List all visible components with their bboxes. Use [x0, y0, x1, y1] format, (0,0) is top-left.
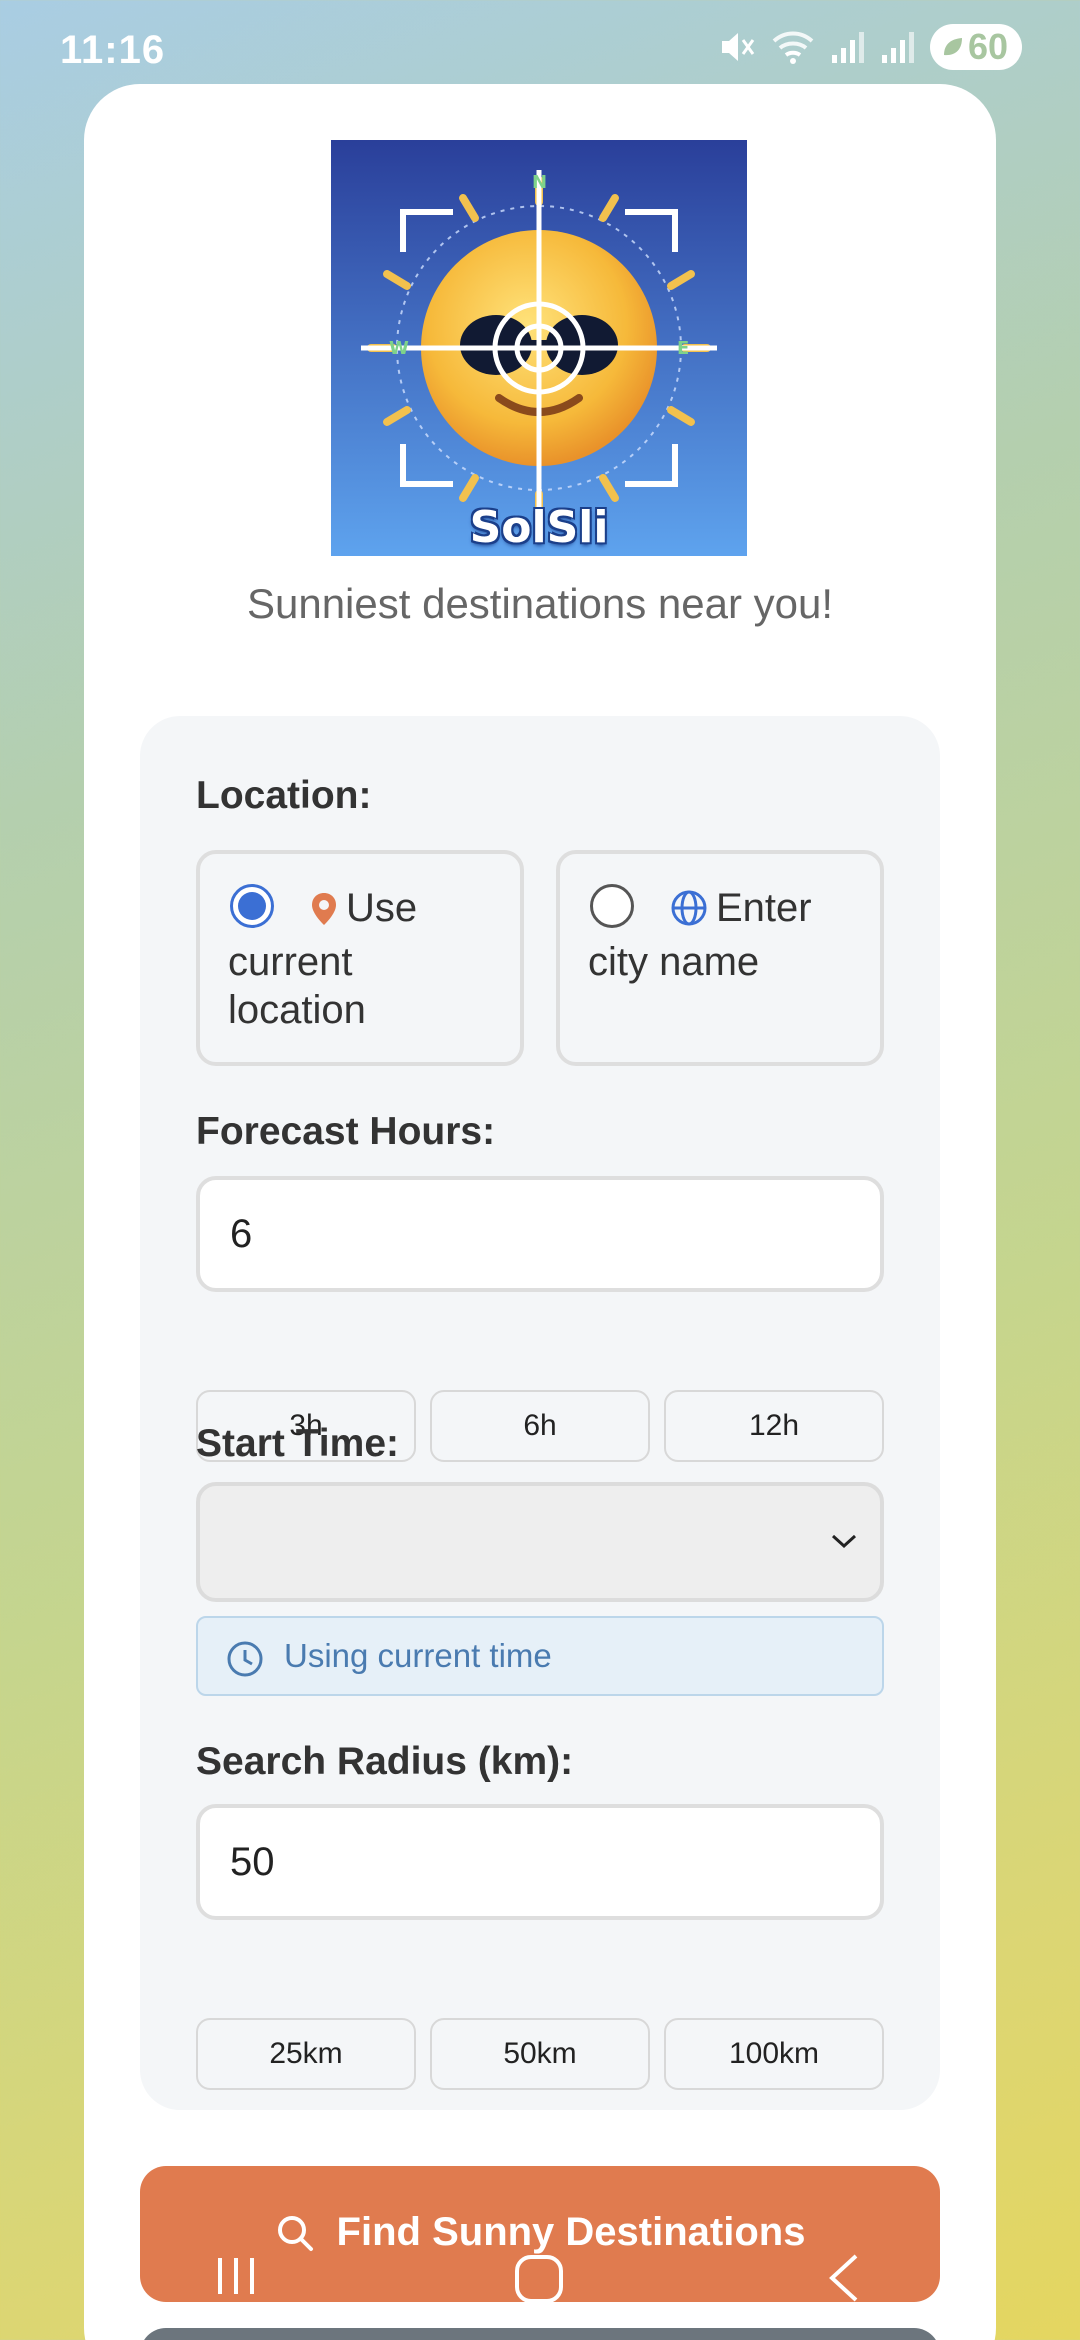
start-time-select[interactable]	[196, 1482, 884, 1602]
start-time-label: Start Time:	[196, 1422, 399, 1465]
signal-icon-2	[881, 32, 914, 63]
back-icon[interactable]	[822, 2252, 866, 2304]
system-nav-bar	[0, 2230, 1080, 2340]
preset-25km-button[interactable]: 25km	[196, 2018, 416, 2090]
home-icon[interactable]	[512, 2252, 566, 2306]
svg-text:W: W	[389, 338, 409, 359]
clock-icon	[227, 1641, 263, 1677]
svg-text:E: E	[677, 338, 689, 359]
form-lower: Start Time: Using current time Search Ra…	[140, 716, 940, 2110]
mute-icon	[721, 33, 755, 61]
chevron-down-icon	[831, 1534, 857, 1549]
radius-presets: 25km 50km 100km	[196, 2018, 884, 2090]
svg-text:N: N	[532, 172, 547, 193]
status-icons: 60	[716, 24, 1022, 70]
app-logo: N W E SolSli	[331, 140, 747, 556]
current-time-notice: Using current time	[196, 1616, 884, 1696]
battery-indicator: 60	[929, 24, 1022, 70]
signal-icon	[831, 32, 864, 63]
battery-level: 60	[967, 26, 1008, 67]
radius-label: Search Radius (km):	[196, 1740, 574, 1783]
radius-input[interactable]: 50	[196, 1804, 884, 1920]
wifi-icon	[772, 31, 814, 64]
recent-apps-icon[interactable]	[212, 2252, 260, 2300]
current-time-text: Using current time	[284, 1637, 552, 1674]
status-time: 11:16	[60, 28, 166, 72]
preset-50km-button[interactable]: 50km	[430, 2018, 650, 2090]
tagline: Sunniest destinations near you!	[246, 580, 834, 627]
logo-text: SolSli	[469, 502, 609, 553]
leaf-icon	[943, 38, 962, 56]
preset-100km-button[interactable]: 100km	[664, 2018, 884, 2090]
